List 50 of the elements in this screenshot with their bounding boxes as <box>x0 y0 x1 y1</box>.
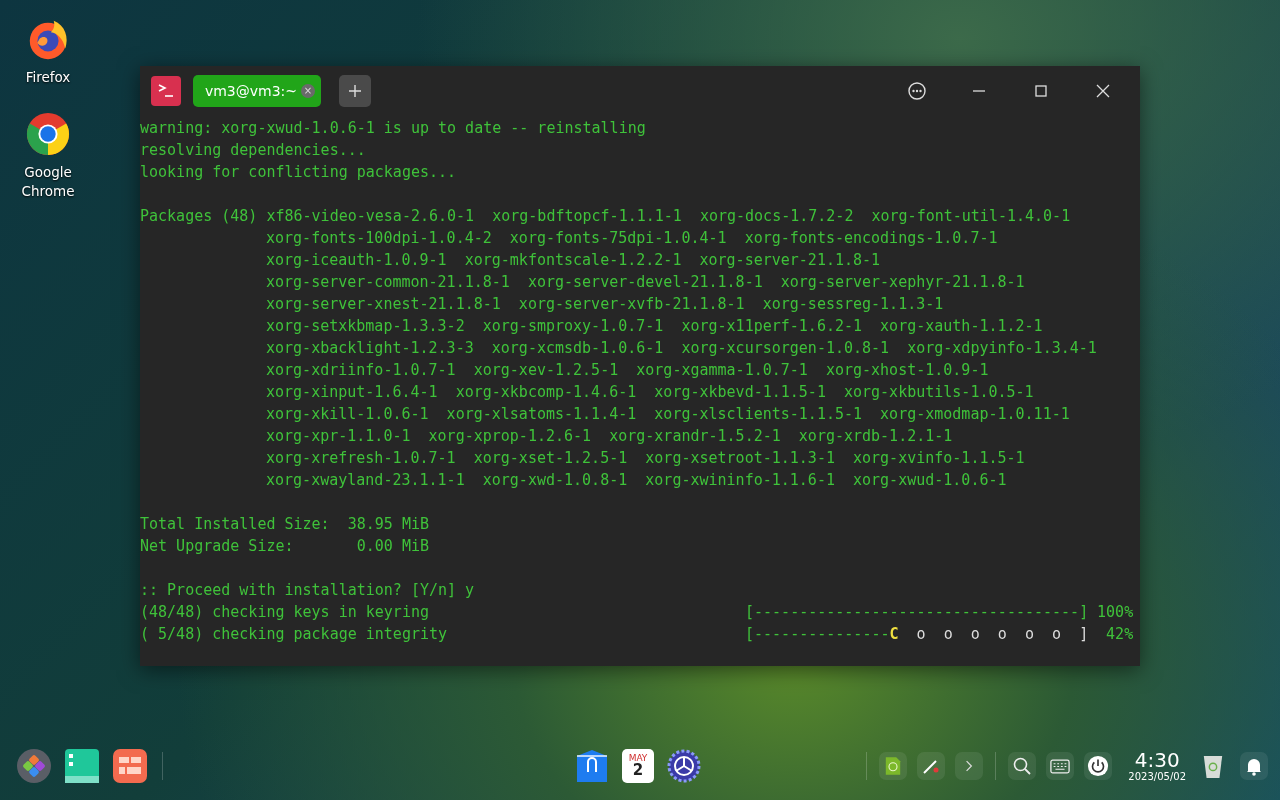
terminal-output-line: Net Upgrade Size: 0.00 MiB <box>140 536 429 557</box>
terminal-output-line: xorg-xdriinfo-1.0.7-1 xorg-xev-1.2.5-1 xorg-xgamma-1.0.7-1 xorg-xhost-1.0.9-1 <box>266 360 989 381</box>
terminal-output-line: Packages (48) xf86-video-vesa-2.6.0-1 xorg-bdftopcf-1.1.1-1 xorg-docs-1.7.2-2 xorg-font-util-1.4.0-1 <box>140 206 1071 227</box>
chevron-right-icon[interactable] <box>955 752 984 780</box>
clock-time[interactable]: 4:30 <box>1134 749 1180 771</box>
terminal-output-line: xorg-iceauth-1.0.9-1 xorg-mkfontscale-1.2.2-1 xorg-server-21.1.8-1 <box>266 250 881 271</box>
terminal-output-line: xorg-xkill-1.0.6-1 xorg-xlsatoms-1.1.4-1 xorg-xlsclients-1.1.5-1 xorg-xmodmap-1.0.11-1 <box>266 404 1070 425</box>
progress-percent: 42% <box>1105 624 1134 645</box>
settings-icon[interactable] <box>666 748 702 784</box>
calendar-icon[interactable]: MAY 2 <box>622 749 654 783</box>
power-icon[interactable] <box>1084 752 1113 780</box>
sidebar-window-icon[interactable] <box>64 748 100 784</box>
desktop-icon-label[interactable]: Firefox <box>12 68 84 87</box>
terminal-output-line: xorg-xinput-1.6.4-1 xorg-xkbcomp-1.4.6-1 xorg-xkbevd-1.1.5-1 xorg-xkbutils-1.0.5-1 <box>266 382 1034 403</box>
launcher-icon[interactable] <box>16 748 52 784</box>
pen-icon[interactable] <box>917 752 946 780</box>
desktop-icon-label[interactable]: Google Chrome <box>12 163 84 201</box>
clock-date[interactable]: 2023/05/02 <box>1128 771 1186 783</box>
trash-icon[interactable] <box>1202 753 1224 779</box>
terminal-output-line: xorg-fonts-100dpi-1.0.4-2 xorg-fonts-75dpi-1.0.4-1 xorg-fonts-encodings-1.0.7-1 <box>266 228 998 249</box>
plus-icon <box>348 84 362 98</box>
terminal-output-line: warning: xorg-xwud-1.0.6-1 is up to date -- reinstalling <box>140 118 646 139</box>
terminal-output-line: looking for conflicting packages... <box>140 162 457 183</box>
tab-close-button[interactable]: × <box>301 84 315 98</box>
bell-icon[interactable] <box>1240 752 1268 780</box>
terminal-output-line: xorg-setxkbmap-1.3.3-2 xorg-smproxy-1.0.7-1 xorg-x11perf-1.6.2-1 xorg-xauth-1.1.2-1 <box>266 316 1043 337</box>
ascii-progress-text: [------------------------------------] <box>745 602 1089 623</box>
terminal-output-line: xorg-xpr-1.1.0-1 xorg-xprop-1.2.6-1 xorg-xrandr-1.5.2-1 xorg-xrdb-1.2.1-1 <box>266 426 953 447</box>
new-tab-button[interactable] <box>339 75 371 107</box>
progress-label: (48/48) checking keys in keyring <box>140 602 430 623</box>
keyboard-icon[interactable] <box>1046 752 1075 780</box>
more-options-icon[interactable] <box>907 81 927 101</box>
terminal-output-line: :: Proceed with installation? [Y/n] y <box>140 580 475 601</box>
tricolor-circle-icon[interactable] <box>25 111 71 157</box>
tiles-icon[interactable] <box>112 748 148 784</box>
terminal-app-icon <box>151 76 181 106</box>
search-icon[interactable] <box>1008 752 1037 780</box>
ascii-progress-text: [---------------C o o o o o o ] <box>745 624 1089 645</box>
terminal-output-line: xorg-xrefresh-1.0.7-1 xorg-xset-1.2.5-1 xorg-xsetroot-1.1.3-1 xorg-xvinfo-1.1.5-1 <box>266 448 1025 469</box>
progress-label: ( 5/48) checking package integrity <box>140 624 449 645</box>
terminal-tab[interactable]: vm3@vm3:~ × <box>193 75 321 107</box>
terminal-output-line: xorg-xwayland-23.1.1-1 xorg-xwd-1.0.8-1 xorg-xwininfo-1.1.6-1 xorg-xwud-1.0.6-1 <box>266 470 1007 491</box>
progress-percent: 100% <box>1096 602 1134 623</box>
terminal-output-line: xorg-server-common-21.1.8-1 xorg-server-devel-21.1.8-1 xorg-server-xephyr-21.1.8-1 <box>266 272 1025 293</box>
terminal-output-line: xorg-server-xnest-21.1.8-1 xorg-server-xvfb-21.1.8-1 xorg-sessreg-1.1.3-1 <box>266 294 944 315</box>
music-file-icon[interactable] <box>879 752 908 780</box>
terminal-output-line: xorg-xbacklight-1.2.3-3 xorg-xcmsdb-1.0.6-1 xorg-xcursorgen-1.0.8-1 xorg-xdpyinfo-1.3.4-1 <box>266 338 1097 359</box>
terminal-output-line: Total Installed Size: 38.95 MiB <box>140 514 429 535</box>
terminal-output-line: resolving dependencies... <box>140 140 366 161</box>
bag-icon[interactable] <box>574 748 610 784</box>
